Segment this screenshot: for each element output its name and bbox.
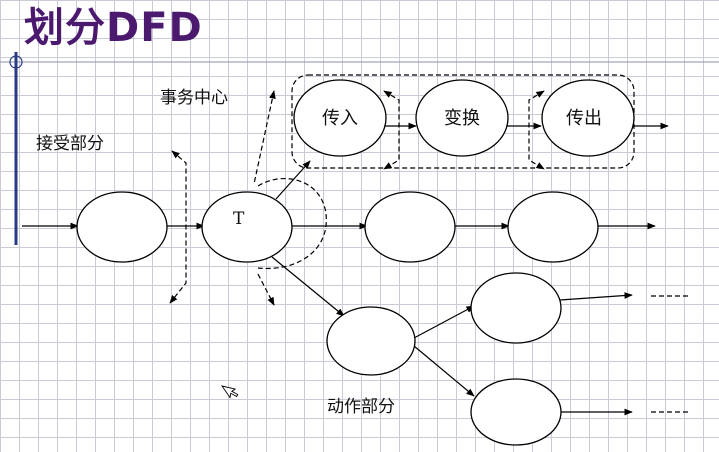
boundary-incoming-transform xyxy=(383,90,400,170)
node-outgoing-label: 传出 xyxy=(566,108,602,129)
edge-action-to-upper xyxy=(413,305,475,339)
boundary-transaction-top xyxy=(253,90,276,185)
edge-t-to-incoming xyxy=(275,160,311,200)
node-action-upper xyxy=(470,272,562,344)
node-middle xyxy=(364,191,456,263)
edge-upper-exit xyxy=(559,292,633,301)
boundary-receive-part xyxy=(169,150,187,304)
boundary-transaction-bottom xyxy=(257,273,275,306)
node-transaction-label: T xyxy=(233,209,245,229)
label-receive-part: 接受部分 xyxy=(36,134,104,154)
edge-t-to-action xyxy=(271,256,345,317)
node-action xyxy=(326,306,416,376)
node-action-lower xyxy=(470,378,562,446)
label-transaction-center: 事务中心 xyxy=(160,88,228,108)
node-right xyxy=(507,191,599,263)
node-incoming-label: 传入 xyxy=(322,108,358,129)
node-receive xyxy=(76,191,168,263)
node-transform-label: 变换 xyxy=(444,108,480,129)
node-transaction xyxy=(201,191,293,263)
edge-action-to-lower xyxy=(413,345,475,397)
cursor-icon xyxy=(220,385,239,399)
label-action-part: 动作部分 xyxy=(327,397,395,417)
boundary-transform-outgoing xyxy=(528,90,545,170)
dfd-diagram: 传入 变换 传出 T 事务中心 接受部分 动作部分 xyxy=(0,52,719,446)
